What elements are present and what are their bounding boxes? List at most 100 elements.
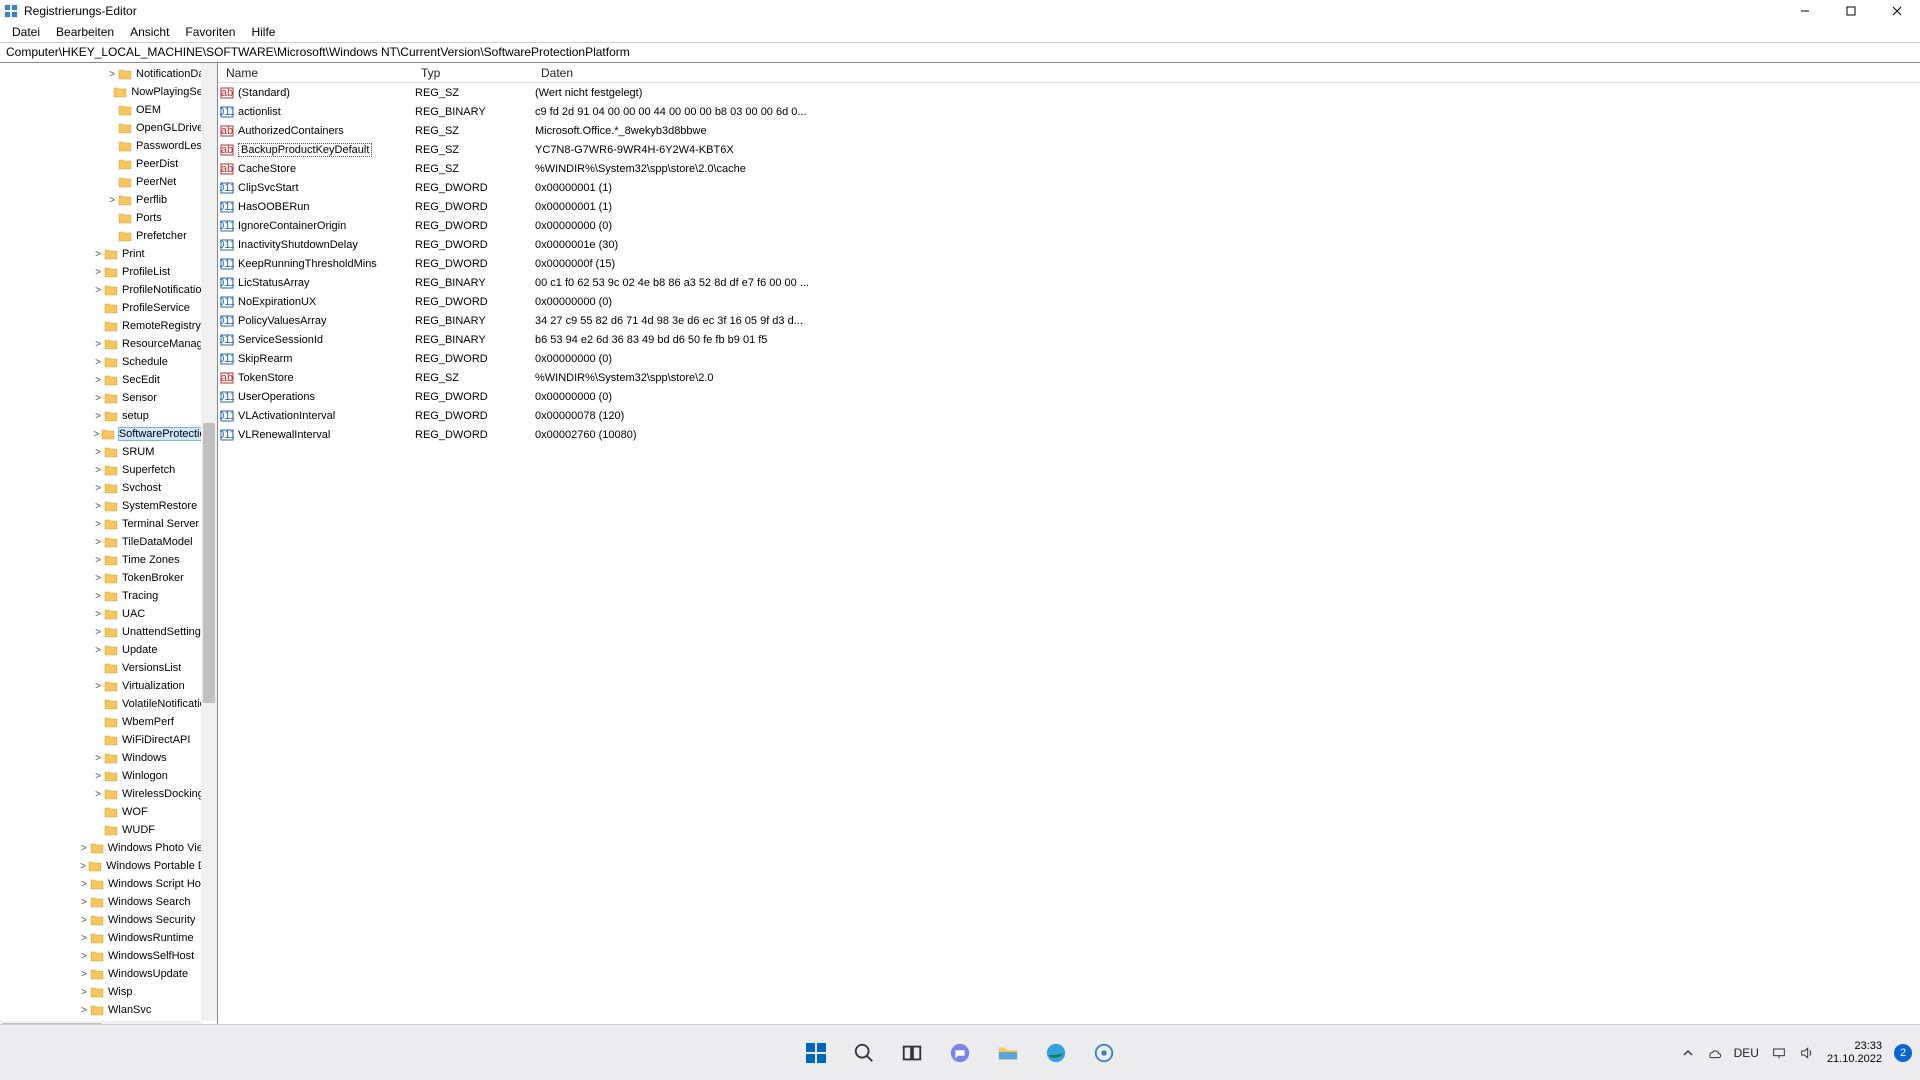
tree-item[interactable]: Prefetcher xyxy=(0,227,217,245)
expander-icon[interactable]: > xyxy=(78,861,88,872)
expander-icon[interactable]: > xyxy=(92,465,104,476)
tree-item[interactable]: >Wisp xyxy=(0,983,217,1001)
maximize-button[interactable] xyxy=(1828,0,1874,22)
expander-icon[interactable]: > xyxy=(92,429,101,440)
taskbar-clock[interactable]: 23:33 21.10.2022 xyxy=(1827,1040,1882,1064)
minimize-button[interactable] xyxy=(1782,0,1828,22)
tree-item[interactable]: >Virtualization xyxy=(0,677,217,695)
tree-item[interactable]: >Windows Search xyxy=(0,893,217,911)
menu-hilfe[interactable]: Hilfe xyxy=(243,23,283,41)
tree-item[interactable]: >WirelessDocking xyxy=(0,785,217,803)
list-row[interactable]: 011LicStatusArrayREG_BINARY00 c1 f0 62 5… xyxy=(218,273,1920,292)
expander-icon[interactable]: > xyxy=(92,681,104,692)
app-button[interactable] xyxy=(1084,1033,1124,1073)
list-row[interactable]: abTokenStoreREG_SZ%WINDIR%\System32\spp\… xyxy=(218,368,1920,387)
expander-icon[interactable]: > xyxy=(92,357,104,368)
list-row[interactable]: 011NoExpirationUXREG_DWORD0x00000000 (0) xyxy=(218,292,1920,311)
tree-item[interactable]: >Windows xyxy=(0,749,217,767)
expander-icon[interactable]: > xyxy=(78,879,90,890)
list-row[interactable]: 011ServiceSessionIdREG_BINARYb6 53 94 e2… xyxy=(218,330,1920,349)
tree-item[interactable]: >Sensor xyxy=(0,389,217,407)
expander-icon[interactable]: > xyxy=(92,447,104,458)
tree-item[interactable]: OEM xyxy=(0,101,217,119)
list-row[interactable]: 011actionlistREG_BINARYc9 fd 2d 91 04 00… xyxy=(218,102,1920,121)
list-row[interactable]: abBackupProductKeyDefaultREG_SZYC7N8-G7W… xyxy=(218,140,1920,159)
tree-vertical-scrollbar[interactable] xyxy=(201,63,217,1021)
expander-icon[interactable]: > xyxy=(92,555,104,566)
tree-item[interactable]: >SoftwareProtectionPlatform xyxy=(0,425,217,443)
tree-item[interactable]: >Windows Portable Devices xyxy=(0,857,217,875)
tree-item[interactable]: >UAC xyxy=(0,605,217,623)
expander-icon[interactable]: > xyxy=(78,987,90,998)
tree-item[interactable]: VersionsList xyxy=(0,659,217,677)
tree-item[interactable]: >ProfileList xyxy=(0,263,217,281)
tree-item[interactable]: >ProfileNotification xyxy=(0,281,217,299)
expander-icon[interactable]: > xyxy=(78,897,90,908)
list-row[interactable]: 011IgnoreContainerOriginREG_DWORD0x00000… xyxy=(218,216,1920,235)
expander-icon[interactable]: > xyxy=(92,573,104,584)
tree-item[interactable]: >Perflib xyxy=(0,191,217,209)
list-row[interactable]: 011VLRenewalIntervalREG_DWORD0x00002760 … xyxy=(218,425,1920,444)
tree-item[interactable]: >Windows Photo Viewer xyxy=(0,839,217,857)
expander-icon[interactable]: > xyxy=(92,753,104,764)
tree-item[interactable]: >Schedule xyxy=(0,353,217,371)
tree-item[interactable]: >TokenBroker xyxy=(0,569,217,587)
tree-item[interactable]: WOF xyxy=(0,803,217,821)
list-row[interactable]: 011VLActivationIntervalREG_DWORD0x000000… xyxy=(218,406,1920,425)
volume-icon[interactable] xyxy=(1799,1045,1815,1061)
tree-item[interactable]: WbemPerf xyxy=(0,713,217,731)
tree-item[interactable]: >Windows Security xyxy=(0,911,217,929)
start-button[interactable] xyxy=(796,1033,836,1073)
expander-icon[interactable]: > xyxy=(92,627,104,638)
tree-item[interactable]: >WindowsSelfHost xyxy=(0,947,217,965)
tree-item[interactable]: >SystemRestore xyxy=(0,497,217,515)
list-row[interactable]: abAuthorizedContainersREG_SZMicrosoft.Of… xyxy=(218,121,1920,140)
tree-item[interactable]: >Winlogon xyxy=(0,767,217,785)
expander-icon[interactable]: > xyxy=(78,1005,90,1016)
menu-favoriten[interactable]: Favoriten xyxy=(177,23,243,41)
close-button[interactable] xyxy=(1874,0,1920,22)
tree-item[interactable]: >WindowsUpdate xyxy=(0,965,217,983)
tree-item[interactable]: >Time Zones xyxy=(0,551,217,569)
onedrive-icon[interactable] xyxy=(1706,1045,1722,1061)
expander-icon[interactable]: > xyxy=(92,483,104,494)
tree-item[interactable]: >Update xyxy=(0,641,217,659)
tree-item[interactable]: OpenGLDrivers xyxy=(0,119,217,137)
tree-item[interactable]: >NotificationData xyxy=(0,65,217,83)
expander-icon[interactable]: > xyxy=(92,645,104,656)
tree-item[interactable]: >WlanSvc xyxy=(0,1001,217,1019)
tree-item[interactable]: >ResourceManager xyxy=(0,335,217,353)
tree-item[interactable]: PeerNet xyxy=(0,173,217,191)
expander-icon[interactable]: > xyxy=(92,285,104,296)
expander-icon[interactable]: > xyxy=(92,591,104,602)
tree-item[interactable]: PasswordLess xyxy=(0,137,217,155)
tree-item[interactable]: >WindowsRuntime xyxy=(0,929,217,947)
tree-item[interactable]: RemoteRegistry xyxy=(0,317,217,335)
list-row[interactable]: 011PolicyValuesArrayREG_BINARY34 27 c9 5… xyxy=(218,311,1920,330)
edge-button[interactable] xyxy=(1036,1033,1076,1073)
language-indicator[interactable]: DEU xyxy=(1734,1046,1759,1060)
tray-chevron-icon[interactable] xyxy=(1682,1047,1694,1059)
list-row[interactable]: 011HasOOBERunREG_DWORD0x00000001 (1) xyxy=(218,197,1920,216)
tree-item[interactable]: NowPlayingSessionManager xyxy=(0,83,217,101)
expander-icon[interactable]: > xyxy=(92,267,104,278)
menu-bearbeiten[interactable]: Bearbeiten xyxy=(48,23,122,41)
list-row[interactable]: abCacheStoreREG_SZ%WINDIR%\System32\spp\… xyxy=(218,159,1920,178)
menu-ansicht[interactable]: Ansicht xyxy=(122,23,177,41)
tree-item[interactable]: WUDF xyxy=(0,821,217,839)
expander-icon[interactable]: > xyxy=(92,339,104,350)
tree-item[interactable]: >UnattendSettings xyxy=(0,623,217,641)
tree-item[interactable]: ProfileService xyxy=(0,299,217,317)
tree-item[interactable]: >Svchost xyxy=(0,479,217,497)
tree-item[interactable]: >SecEdit xyxy=(0,371,217,389)
expander-icon[interactable]: > xyxy=(78,969,90,980)
expander-icon[interactable]: > xyxy=(78,843,90,854)
tree-item[interactable]: >Terminal Server xyxy=(0,515,217,533)
column-header-name[interactable]: Name xyxy=(218,66,413,80)
address-bar[interactable]: Computer\HKEY_LOCAL_MACHINE\SOFTWARE\Mic… xyxy=(0,42,1920,63)
tree-item[interactable]: >Windows Script Host xyxy=(0,875,217,893)
column-header-type[interactable]: Typ xyxy=(413,66,533,80)
tree-item[interactable]: WiFiDirectAPI xyxy=(0,731,217,749)
tree-item[interactable]: Ports xyxy=(0,209,217,227)
file-explorer-button[interactable] xyxy=(988,1033,1028,1073)
